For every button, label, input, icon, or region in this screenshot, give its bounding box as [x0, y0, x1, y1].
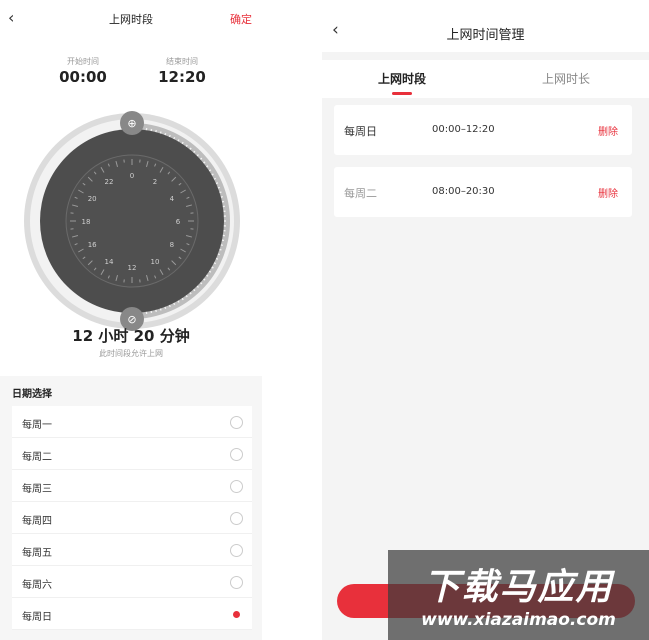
- start-time-label: 开始时间: [67, 57, 99, 66]
- tab-time-periods[interactable]: 上网时段: [342, 70, 462, 87]
- dial-number: 22: [105, 178, 114, 186]
- tab-bar: 上网时段 上网时长: [322, 60, 649, 98]
- day-label: 每周三: [22, 484, 52, 495]
- nav-bar: ‹ 上网时段 确定: [0, 0, 262, 36]
- dial-number: 20: [88, 195, 97, 203]
- globe-icon: ⊕: [127, 117, 136, 130]
- time-dial[interactable]: 0246810121416182022 ⊕ ⊘: [21, 110, 243, 332]
- dial-number: 6: [176, 218, 181, 226]
- dial-number: 12: [128, 264, 137, 272]
- entry-day: 每周二: [344, 187, 377, 200]
- dial-number: 8: [170, 241, 174, 249]
- day-label: 每周四: [22, 516, 52, 527]
- entry-day: 每周日: [344, 125, 377, 138]
- day-radio[interactable]: [230, 448, 243, 461]
- nav-bar: ‹ 上网时间管理: [322, 0, 649, 52]
- start-time-value: 00:00: [59, 68, 107, 86]
- day-label: 每周二: [22, 452, 52, 463]
- dial-number: 16: [88, 241, 97, 249]
- end-time-value: 12:20: [158, 68, 206, 86]
- duration-text: 12 小时 20 分钟: [72, 327, 190, 345]
- dial-number: 10: [151, 258, 160, 266]
- day-row[interactable]: 每周日: [12, 598, 252, 630]
- day-radio[interactable]: [230, 512, 243, 525]
- dial-number: 2: [153, 178, 157, 186]
- day-label: 每周五: [22, 548, 52, 559]
- day-radio[interactable]: [230, 480, 243, 493]
- day-radio[interactable]: [230, 416, 243, 429]
- day-label: 每周六: [22, 580, 52, 591]
- date-section-heading: 日期选择: [12, 389, 52, 400]
- delete-button[interactable]: 删除: [598, 123, 618, 138]
- delete-button[interactable]: 删除: [598, 185, 618, 200]
- page-title: 上网时段: [109, 13, 153, 26]
- day-list: 每周一每周二每周三每周四每周五每周六每周日: [12, 406, 252, 630]
- dial-number: 18: [82, 218, 91, 226]
- day-radio[interactable]: [230, 576, 243, 589]
- page-title: 上网时间管理: [446, 28, 525, 43]
- day-radio[interactable]: [230, 544, 243, 557]
- end-time-label: 结束时间: [166, 57, 198, 66]
- entry-time: 00:00–12:20: [432, 124, 495, 135]
- active-tab-indicator: [392, 92, 412, 95]
- watermark: 下载马应用 www.xiazaimao.com: [388, 550, 649, 640]
- day-label: 每周日: [22, 612, 52, 623]
- watermark-title: 下载马应用: [423, 567, 614, 608]
- day-row[interactable]: 每周二: [12, 438, 252, 470]
- day-row[interactable]: 每周五: [12, 534, 252, 566]
- day-row[interactable]: 每周一: [12, 406, 252, 438]
- dial-number: 14: [105, 258, 114, 266]
- day-row[interactable]: 每周三: [12, 470, 252, 502]
- period-entry[interactable]: 每周日 00:00–12:20 删除: [334, 105, 632, 155]
- dial-number: 4: [170, 195, 175, 203]
- time-management-screen: ‹ 上网时间管理 上网时段 上网时长 每周日 00:00–12:20 删除 每周…: [322, 0, 649, 640]
- watermark-url: www.xiazaimao.com: [421, 610, 616, 630]
- confirm-button[interactable]: 确定: [230, 11, 252, 27]
- duration-note: 此时间段允许上网: [99, 349, 163, 358]
- day-label: 每周一: [22, 420, 52, 431]
- day-radio[interactable]: [230, 608, 243, 621]
- dial-number: 0: [130, 172, 134, 180]
- day-row[interactable]: 每周四: [12, 502, 252, 534]
- period-entry[interactable]: 每周二 08:00–20:30 删除: [334, 167, 632, 217]
- entry-time: 08:00–20:30: [432, 186, 495, 197]
- clock-card: 开始时间 00:00 结束时间 12:20 0 2 4 6 8 10 12 14 16 18 20 2…: [0, 36, 262, 376]
- time-period-editor-screen: ‹ 上网时段 确定 开始时间 00:00 结束时间 12:20 0 2 4 6 8 10 1…: [0, 0, 262, 640]
- tab-time-duration[interactable]: 上网时长: [506, 70, 626, 87]
- day-row[interactable]: 每周六: [12, 566, 252, 598]
